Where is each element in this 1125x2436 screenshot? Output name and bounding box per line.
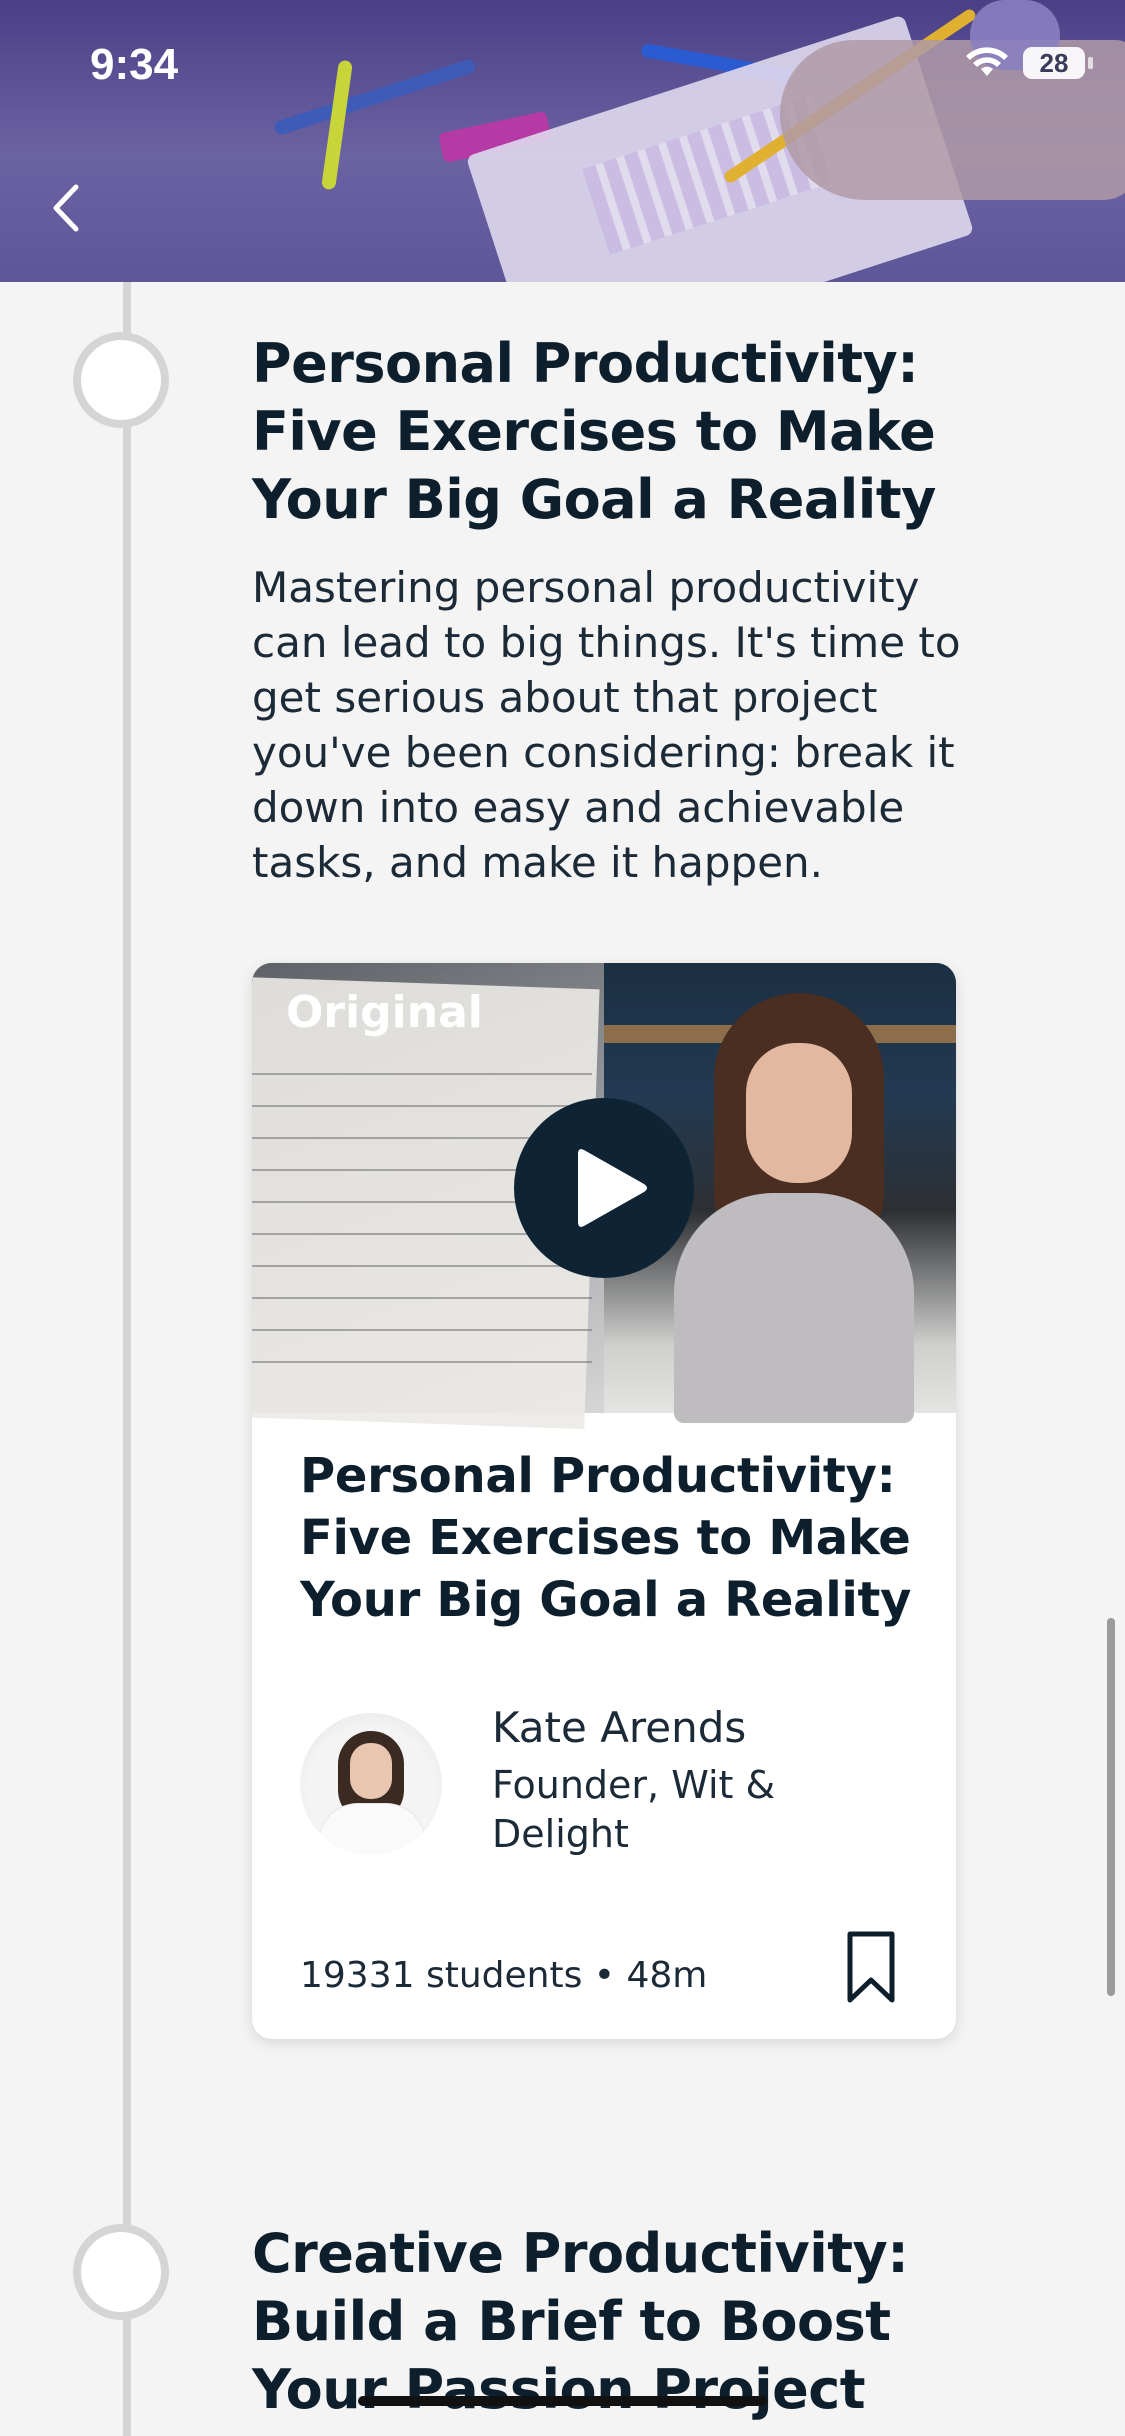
instructor-name: Kate Arends xyxy=(492,1703,747,1752)
avatar xyxy=(300,1713,442,1855)
status-icons: 28 xyxy=(965,46,1093,80)
timeline-node xyxy=(73,2224,169,2320)
instructor-role: Founder, Wit & Delight xyxy=(492,1763,776,1856)
bookmark-button[interactable] xyxy=(846,1930,896,2004)
battery-icon: 28 xyxy=(1023,47,1093,79)
bookmark-icon xyxy=(847,1931,895,2003)
section-description: Mastering personal productivity can lead… xyxy=(252,563,961,887)
original-badge: Original xyxy=(286,987,483,1038)
timeline-line xyxy=(123,282,131,2436)
back-button[interactable] xyxy=(40,178,90,238)
section-title: Creative Productivity: Build a Brief to … xyxy=(252,2222,909,2421)
play-icon xyxy=(578,1149,647,1227)
section-title: Personal Productivity: Five Exercises to… xyxy=(252,332,936,531)
class-meta: 19331 students • 48m xyxy=(300,1955,708,1996)
wifi-icon xyxy=(966,47,1008,76)
card-title: Personal Productivity: Five Exercises to… xyxy=(300,1448,912,1628)
home-indicator[interactable] xyxy=(358,2396,767,2406)
scrollbar[interactable] xyxy=(1107,1618,1115,1996)
video-thumbnail[interactable]: Original xyxy=(252,963,956,1430)
timeline-node xyxy=(73,332,169,428)
class-card[interactable]: Original Personal Productivity: Five Exe… xyxy=(252,963,956,2039)
play-button[interactable] xyxy=(514,1098,694,1278)
chevron-left-icon xyxy=(53,184,79,232)
status-time: 9:34 xyxy=(90,40,179,89)
battery-level: 28 xyxy=(1039,47,1069,78)
